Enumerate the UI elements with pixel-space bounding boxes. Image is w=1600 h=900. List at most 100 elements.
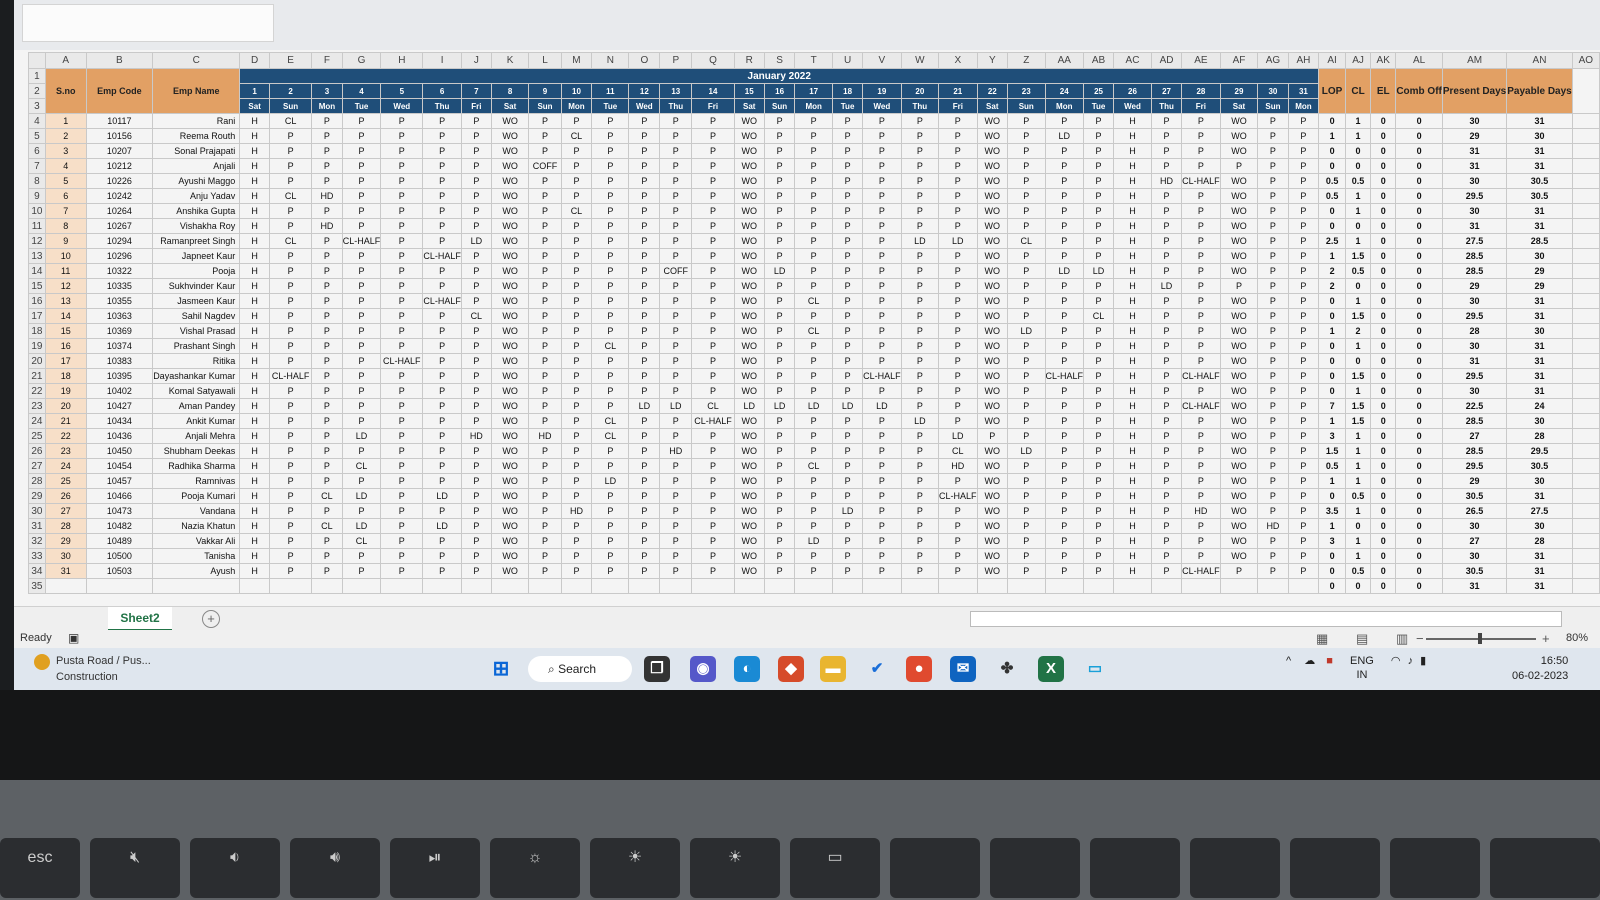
attendance-cell[interactable]: WO bbox=[976, 233, 1008, 249]
attendance-cell[interactable]: P bbox=[900, 428, 940, 444]
start-button[interactable]: ⊞ bbox=[488, 656, 514, 682]
attendance-cell[interactable]: H bbox=[239, 443, 271, 459]
attendance-cell[interactable]: WO bbox=[733, 158, 765, 174]
lop-cell[interactable]: 0.5 bbox=[1318, 188, 1346, 204]
attendance-cell[interactable]: WO bbox=[490, 233, 530, 249]
attendance-cell[interactable]: P bbox=[341, 218, 382, 234]
attendance-cell[interactable]: H bbox=[239, 248, 271, 264]
attendance-cell[interactable]: WO bbox=[733, 218, 765, 234]
comb-cell[interactable]: 0 bbox=[1395, 353, 1443, 369]
attendance-cell[interactable]: P bbox=[1083, 143, 1115, 159]
attendance-cell[interactable]: P bbox=[1257, 248, 1289, 264]
esc-key[interactable]: esc bbox=[0, 838, 80, 898]
attendance-cell[interactable]: P bbox=[1287, 413, 1320, 429]
attendance-cell[interactable]: P bbox=[1287, 443, 1320, 459]
comb-cell[interactable]: 0 bbox=[1395, 278, 1443, 294]
empty-cell[interactable] bbox=[1571, 263, 1600, 279]
attendance-cell[interactable]: P bbox=[1257, 158, 1289, 174]
attendance-cell[interactable]: P bbox=[938, 413, 978, 429]
attendance-cell[interactable]: CL bbox=[794, 458, 834, 474]
attendance-cell[interactable]: P bbox=[1287, 458, 1320, 474]
attendance-cell[interactable]: P bbox=[1150, 413, 1183, 429]
weather-widget[interactable]: Pusta Road / Pus... Construction bbox=[34, 654, 151, 684]
emp-name-cell[interactable]: Vandana bbox=[152, 503, 241, 519]
attendance-cell[interactable]: WO bbox=[733, 233, 765, 249]
cl-cell[interactable]: 1 bbox=[1344, 128, 1372, 144]
attendance-cell[interactable]: P bbox=[591, 278, 630, 294]
payable-cell[interactable]: 31 bbox=[1506, 578, 1573, 594]
present-cell[interactable]: 29.5 bbox=[1441, 308, 1508, 324]
attendance-cell[interactable]: P bbox=[380, 443, 424, 459]
attendance-cell[interactable]: P bbox=[763, 443, 796, 459]
column-header[interactable]: AH bbox=[1287, 52, 1320, 69]
attendance-cell[interactable]: P bbox=[1083, 563, 1115, 579]
volume-up-key[interactable]: 🔊︎ bbox=[290, 838, 380, 898]
day-number[interactable]: 6 bbox=[422, 83, 462, 99]
attendance-cell[interactable]: P bbox=[560, 233, 593, 249]
attendance-cell[interactable]: WO bbox=[976, 323, 1008, 339]
outlook-icon[interactable]: ✉ bbox=[950, 656, 976, 682]
attendance-cell[interactable]: P bbox=[560, 518, 593, 534]
day-number[interactable]: 19 bbox=[862, 83, 902, 99]
cl-cell[interactable]: 1 bbox=[1344, 383, 1372, 399]
attendance-cell[interactable]: P bbox=[659, 308, 693, 324]
office-icon[interactable]: ◆ bbox=[778, 656, 804, 682]
payable-cell[interactable]: 30 bbox=[1506, 128, 1573, 144]
attendance-cell[interactable]: P bbox=[1083, 248, 1115, 264]
attendance-cell[interactable]: P bbox=[311, 278, 343, 294]
attendance-cell[interactable]: P bbox=[528, 278, 562, 294]
attendance-cell[interactable]: P bbox=[341, 413, 382, 429]
attendance-cell[interactable]: P bbox=[1287, 383, 1320, 399]
brightness-up-key[interactable]: ☀ bbox=[690, 838, 780, 898]
attendance-cell[interactable]: LD bbox=[794, 398, 834, 414]
attendance-cell[interactable]: P bbox=[938, 548, 978, 564]
attendance-cell[interactable]: P bbox=[1150, 353, 1183, 369]
attendance-cell[interactable]: P bbox=[1044, 458, 1085, 474]
attendance-cell[interactable]: WO bbox=[976, 458, 1008, 474]
column-header[interactable]: C bbox=[152, 52, 241, 69]
attendance-cell[interactable]: LD bbox=[1044, 263, 1085, 279]
attendance-cell[interactable]: P bbox=[1044, 383, 1085, 399]
sno-cell[interactable]: 14 bbox=[44, 308, 87, 324]
present-cell[interactable]: 22.5 bbox=[1441, 398, 1508, 414]
el-cell[interactable]: 0 bbox=[1370, 128, 1397, 144]
attendance-cell[interactable]: P bbox=[862, 413, 902, 429]
attendance-cell[interactable]: P bbox=[862, 113, 902, 129]
attendance-cell[interactable]: P bbox=[311, 413, 343, 429]
attendance-cell[interactable]: P bbox=[659, 473, 693, 489]
emp-name-cell[interactable]: Ayushi Maggo bbox=[152, 173, 241, 189]
brightness-down-key[interactable]: ☼ bbox=[490, 838, 580, 898]
attendance-cell[interactable]: H bbox=[1113, 158, 1152, 174]
payable-cell[interactable]: 31 bbox=[1506, 368, 1573, 384]
el-cell[interactable]: 0 bbox=[1370, 428, 1397, 444]
row-header[interactable]: 20 bbox=[28, 353, 46, 369]
attendance-cell[interactable]: P bbox=[832, 563, 864, 579]
cl-cell[interactable]: 1 bbox=[1344, 188, 1372, 204]
attendance-cell[interactable]: P bbox=[628, 443, 661, 459]
header-emp-code[interactable]: Emp Code bbox=[85, 68, 154, 114]
attendance-cell[interactable]: P bbox=[628, 173, 661, 189]
emp-code-cell[interactable]: 10369 bbox=[85, 323, 154, 339]
attendance-cell[interactable]: P bbox=[628, 548, 661, 564]
attendance-cell[interactable]: P bbox=[1150, 188, 1183, 204]
attendance-cell[interactable]: P bbox=[380, 293, 424, 309]
lop-cell[interactable]: 7 bbox=[1318, 398, 1346, 414]
attendance-cell[interactable]: P bbox=[691, 473, 735, 489]
comb-cell[interactable]: 0 bbox=[1395, 128, 1443, 144]
attendance-cell[interactable]: P bbox=[1044, 248, 1085, 264]
payable-cell[interactable]: 31 bbox=[1506, 383, 1573, 399]
attendance-cell[interactable]: P bbox=[794, 413, 834, 429]
attendance-cell[interactable]: P bbox=[341, 398, 382, 414]
attendance-cell[interactable]: WO bbox=[1219, 218, 1259, 234]
attendance-cell[interactable]: P bbox=[1257, 413, 1289, 429]
column-header[interactable]: AL bbox=[1395, 52, 1443, 69]
empty-cell[interactable] bbox=[1571, 203, 1600, 219]
attendance-cell[interactable]: WO bbox=[1219, 443, 1259, 459]
attendance-cell[interactable]: P bbox=[1181, 158, 1221, 174]
attendance-cell[interactable]: P bbox=[900, 518, 940, 534]
el-cell[interactable]: 0 bbox=[1370, 338, 1397, 354]
mute-key[interactable]: 🔇︎ bbox=[90, 838, 180, 898]
column-header[interactable]: AK bbox=[1370, 52, 1397, 69]
attendance-cell[interactable]: P bbox=[1150, 473, 1183, 489]
sno-cell[interactable]: 27 bbox=[44, 503, 87, 519]
